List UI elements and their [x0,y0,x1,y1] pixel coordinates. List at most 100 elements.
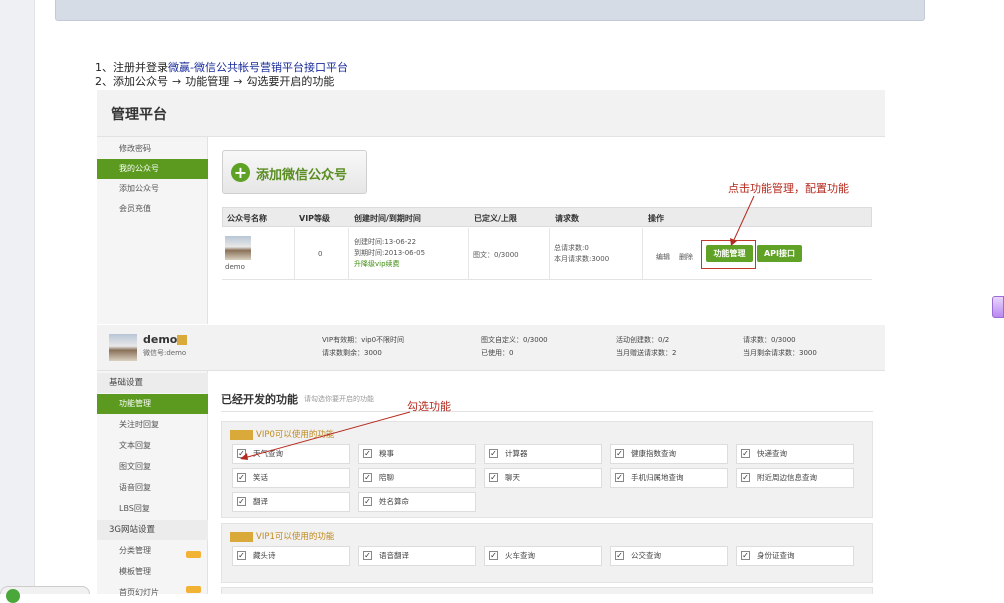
vip1-feature-item[interactable]: ✓ 语音翻译 [358,546,476,566]
step2-func: 功能管理 [185,75,230,88]
step2-check: 勾选要开启的功能 [246,75,335,88]
vip0-feature-item[interactable]: ✓ 快递查询 [736,444,854,464]
account-avatar [109,334,137,361]
checkbox-icon[interactable]: ✓ [741,551,750,560]
vip0-feature-item[interactable]: ✓ 手机归属地查询 [610,468,728,488]
sidebar-item-text-reply[interactable]: 文本回复 [97,436,208,456]
checkbox-icon[interactable]: ✓ [363,497,372,506]
divider [348,228,349,280]
vip0-feature-item[interactable]: ✓ 附近周边信息查询 [736,468,854,488]
checkbox-icon[interactable]: ✓ [237,497,246,506]
feature-label: 语音翻译 [379,551,409,560]
col-actions: 操作 [648,214,664,223]
vip0-feature-item[interactable]: ✓ 聊天 [484,468,602,488]
feature-label: 陪聊 [379,473,394,482]
vip-level: 0 [318,250,323,258]
account-header: demo 微信号:demo VIP有效期：vip0不限时间 请求数剩余：3000 … [97,325,885,371]
sidebar-item-lbs-reply[interactable]: LBS回复 [97,499,208,519]
checkbox-icon[interactable]: ✓ [237,449,246,458]
vip0-feature-item[interactable]: ✓ 姓名算命 [358,492,476,512]
checkbox-icon[interactable]: ✓ [741,473,750,482]
left-gutter [0,0,35,594]
vip1-feature-item[interactable]: ✓ 火车查询 [484,546,602,566]
function-management-button[interactable]: 功能管理 [706,245,753,262]
section-hint: 请勾选你要开启的功能 [304,395,374,403]
platform-link[interactable]: 微赢-微信公共帐号营销平台接口平台 [168,61,348,74]
vip0-feature-item[interactable]: ✓ 糗事 [358,444,476,464]
add-account-button[interactable]: + 添加微信公众号 [222,150,367,194]
sidebar-item-category[interactable]: 分类管理 [97,541,208,561]
checkbox-icon[interactable]: ✓ [741,449,750,458]
vip1-feature-item[interactable]: ✓ 藏头诗 [232,546,350,566]
top-bar [55,0,925,21]
feature-label: 附近周边信息查询 [757,473,817,482]
vip1-feature-item[interactable]: ✓ 身份证查询 [736,546,854,566]
checkbox-icon[interactable]: ✓ [363,551,372,560]
instructions: 1、注册并登录微赢-微信公共帐号营销平台接口平台 2、添加公众号 → 功能管理 → 勾选… [95,61,348,89]
sidebar-item-template[interactable]: 模板管理 [97,562,208,582]
sidebar-group-basic: 基础设置 [97,373,208,393]
divider [549,228,550,280]
defined-count: 图文：0/3000 [473,251,519,259]
checkbox-icon[interactable]: ✓ [363,449,372,458]
step2-text: 2、添加公众号 [95,75,168,88]
edit-link[interactable]: 编辑 [656,252,670,262]
created-time: 创建时间:13-06-22 [354,238,417,246]
api-button[interactable]: API接口 [757,245,802,262]
annotation-check: 勾选功能 [407,400,451,413]
vip2-box [221,587,873,594]
sidebar-item-news-reply[interactable]: 图文回复 [97,457,208,477]
bottom-widget[interactable] [0,586,90,603]
step1-text: 1、注册并登录 [95,61,168,74]
checkbox-icon[interactable]: ✓ [237,551,246,560]
checkbox-icon[interactable]: ✓ [615,551,624,560]
vip0-feature-item[interactable]: ✓ 计算器 [484,444,602,464]
vip0-feature-item[interactable]: ✓ 健康指数查询 [610,444,728,464]
sidebar-item-recharge[interactable]: 会员充值 [97,199,208,219]
account-wechat-id: 微信号:demo [143,349,187,357]
sidebar-item-voice-reply[interactable]: 语音回复 [97,478,208,498]
plus-icon: + [231,163,250,182]
side-widget-icon[interactable] [992,296,1004,318]
vip1-feature-item[interactable]: ✓ 公交查询 [610,546,728,566]
feature-label: 健康指数查询 [631,449,676,458]
vip0-feature-item[interactable]: ✓ 陪聊 [358,468,476,488]
vip0-feature-item[interactable]: ✓ 天气查询 [232,444,350,464]
stat-articles: 图文自定义：0/3000 已使用：0 [481,336,548,357]
divider [468,228,469,280]
col-name: 公众号名称 [227,214,267,223]
vip1-label: VIP1可以使用的功能 [230,530,334,542]
total-requests: 总请求数:0 [554,244,589,252]
checkbox-icon[interactable]: ✓ [615,473,624,482]
checkbox-icon[interactable]: ✓ [489,449,498,458]
vip-tag-icon [230,531,253,542]
upgrade-link[interactable]: 升降级vip续费 [354,259,400,269]
checkbox-icon[interactable]: ✓ [489,551,498,560]
arrow-icon: → [172,75,182,88]
sidebar-item-change-password[interactable]: 修改密码 [97,139,208,159]
stat-vip: VIP有效期：vip0不限时间 请求数剩余：3000 [322,336,405,357]
sidebar: 基础设置 功能管理 关注时回复 文本回复 图文回复 语音回复 LBS回复 3G网… [97,371,208,597]
sidebar-item-function[interactable]: 功能管理 [97,394,208,414]
checkbox-icon[interactable]: ✓ [489,473,498,482]
add-account-label: 添加微信公众号 [256,168,348,183]
sidebar-item-my-accounts[interactable]: 我的公众号 [97,159,208,179]
expire-time: 到期时间:2013-06-05 [354,249,426,257]
feature-label: 手机归属地查询 [631,473,684,482]
panel-title: 管理平台 [111,107,167,123]
feature-label: 翻译 [253,497,268,506]
vip1-box: VIP1可以使用的功能 ✓ 藏头诗 ✓ 语音翻译 ✓ 火车查询 ✓ 公交查询 ✓ 身份证查询 [221,523,873,583]
status-icon [6,589,20,603]
checkbox-icon[interactable]: ✓ [615,449,624,458]
checkbox-icon[interactable]: ✓ [237,473,246,482]
month-requests: 本月请求数:3000 [554,255,610,263]
vip0-feature-item[interactable]: ✓ 笑话 [232,468,350,488]
delete-link[interactable]: 删除 [679,252,693,262]
sidebar-item-follow-reply[interactable]: 关注时回复 [97,415,208,435]
vip0-feature-item[interactable]: ✓ 翻译 [232,492,350,512]
checkbox-icon[interactable]: ✓ [363,473,372,482]
table-header: 公众号名称 VIP等级 创建时间/到期时间 已定义/上限 请求数 操作 [222,207,872,227]
sidebar-item-add-account[interactable]: 添加公众号 [97,179,208,199]
feature-label: 藏头诗 [253,551,276,560]
edit-icon[interactable] [177,335,187,345]
